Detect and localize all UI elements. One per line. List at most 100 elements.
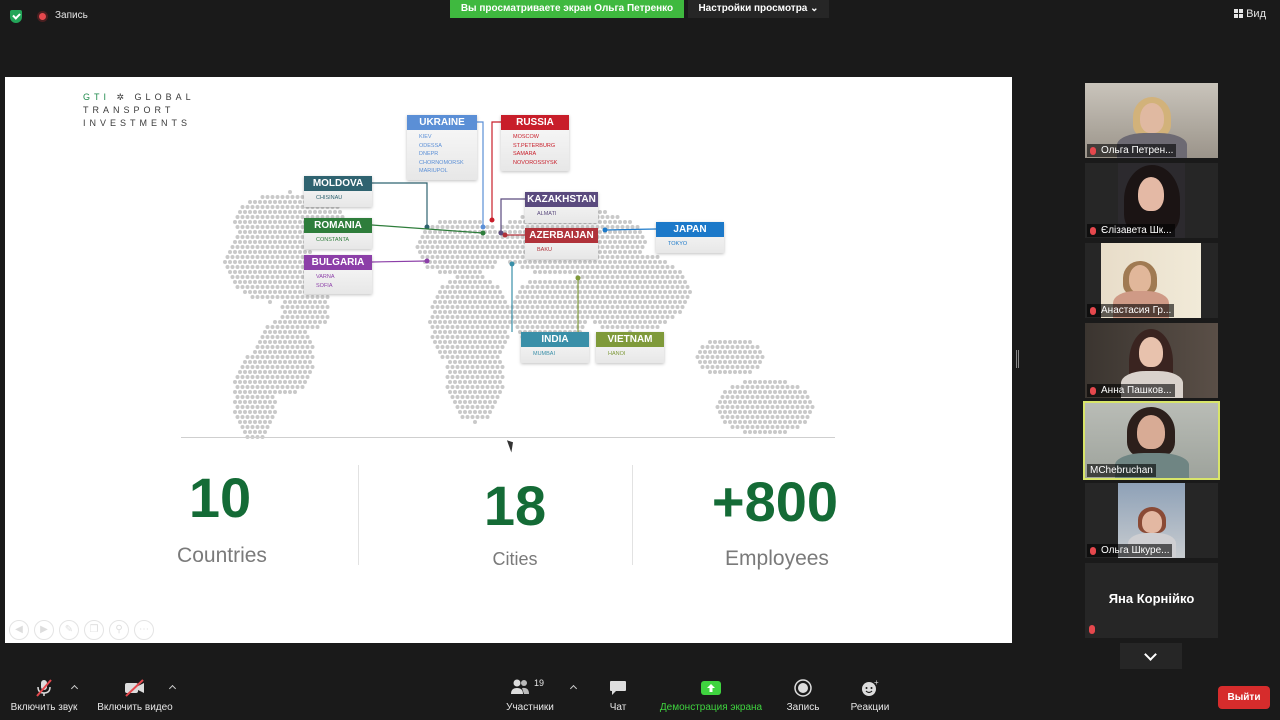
start-video-button[interactable]: Включить видео — [94, 678, 176, 713]
city-name: SOFIA — [316, 282, 333, 289]
stat-countries-value: 10 — [188, 466, 252, 529]
stat-countries-label: Countries — [177, 544, 267, 567]
city-list: CHISINAU — [304, 191, 372, 207]
location-dot — [575, 275, 581, 281]
shared-screen: GTI ✲ GLOBAL TRANSPORT INVESTMENTS UKRAI… — [5, 77, 1012, 643]
record-label: Запись — [786, 702, 820, 713]
city-name: KIEV — [419, 134, 432, 140]
city-name: ST.PETERBURG — [513, 142, 556, 149]
city-name: ALMATI — [537, 211, 557, 217]
participant-name: Анна Пашков... — [1087, 384, 1175, 397]
pen-icon[interactable]: ✎ — [59, 620, 79, 640]
slide-controls: ◀ ▶ ✎ ❐ ⚲ ⋯ — [9, 619, 159, 641]
city-name: CHISINAU — [316, 195, 343, 201]
country-name: BULGARIA — [304, 255, 372, 270]
muted-mic-icon — [1089, 625, 1095, 634]
zoom-icon[interactable]: ⚲ — [109, 620, 129, 640]
location-dot — [424, 258, 430, 264]
participants-options-caret[interactable] — [569, 684, 578, 693]
participant-name: Яна Корнійко — [1108, 591, 1195, 606]
country-name: KAZAKHSTAN — [525, 192, 598, 207]
city-name: CONSTANTA — [316, 237, 350, 243]
leader-line — [372, 182, 428, 227]
country-name: AZERBAIJAN — [525, 228, 598, 243]
country-tag-kazakhstan: KAZAKHSTAN ALMATI — [525, 192, 598, 223]
city-name: CHORNOMORSK — [419, 159, 464, 166]
share-screen-label: Демонстрация экрана — [659, 702, 763, 713]
participants-button[interactable]: 19 Участники — [500, 678, 560, 713]
city-name: SAMARA — [513, 151, 537, 157]
city-name: DNEPR — [419, 151, 439, 157]
country-tag-vietnam: VIETNAM HANOI — [596, 332, 664, 363]
stat-separator — [358, 465, 359, 565]
participant-tile[interactable]: Анна Пашков... — [1085, 323, 1218, 398]
country-tag-moldova: MOLDOVA CHISINAU — [304, 176, 372, 207]
country-tag-azerbaijan: AZERBAIJAN BAKU — [525, 228, 598, 259]
country-tag-india: INDIA MUMBAI — [521, 332, 589, 363]
next-slide-icon[interactable]: ▶ — [34, 620, 54, 640]
city-list: CONSTANTA — [304, 233, 372, 249]
participant-tile[interactable]: Єлізавета Шк... — [1085, 163, 1218, 238]
share-screen-button[interactable]: Демонстрация экрана — [652, 678, 770, 713]
top-bar: Запись Вы просматриваете экран Ольга Пет… — [0, 0, 1280, 34]
record-button[interactable]: Запись — [782, 678, 824, 713]
country-tag-japan: JAPAN TOKYO — [656, 222, 724, 253]
grid-icon — [1234, 9, 1244, 18]
city-name: MARIUPOL — [419, 168, 448, 174]
view-settings-button[interactable]: Настройки просмотра ⌄ — [688, 0, 829, 18]
copy-icon[interactable]: ❐ — [84, 620, 104, 640]
country-name: ROMANIA — [304, 218, 372, 233]
leader-line — [491, 121, 501, 220]
city-name: NOVOROSSIYSK — [513, 159, 558, 166]
location-dot — [509, 261, 515, 267]
reactions-button[interactable]: + Реакции — [844, 678, 896, 713]
gallery-scroll-down-button[interactable] — [1120, 643, 1182, 669]
stat-employees-label: Employees — [725, 547, 829, 570]
country-name: UKRAINE — [407, 115, 477, 130]
leave-meeting-button[interactable]: Выйти — [1218, 686, 1270, 709]
start-video-label: Включить видео — [97, 702, 173, 713]
participant-tile[interactable]: Ольга Шкуре... — [1085, 483, 1218, 558]
leader-line — [477, 121, 484, 227]
view-button[interactable]: Вид — [1234, 8, 1266, 20]
participants-icon: 19 — [510, 678, 550, 698]
participant-tile[interactable]: Анастасия Гр... — [1085, 243, 1218, 318]
country-tag-romania: ROMANIA CONSTANTA — [304, 218, 372, 249]
country-name: INDIA — [521, 332, 589, 347]
prev-slide-icon[interactable]: ◀ — [9, 620, 29, 640]
participant-name: MChebruchan — [1087, 464, 1156, 477]
city-list: KIEV ODESSA DNEPR CHORNOMORSK MARIUPOL — [407, 130, 477, 180]
record-icon — [794, 679, 812, 697]
country-name: RUSSIA — [501, 115, 569, 130]
share-screen-icon — [701, 681, 721, 695]
security-shield-icon[interactable] — [10, 10, 22, 23]
stat-separator — [632, 465, 633, 565]
share-banner: Вы просматриваете экран Ольга Петренко — [450, 0, 684, 18]
muted-mic-icon — [36, 679, 52, 697]
participant-name: Ольга Петрен... — [1087, 144, 1177, 157]
participant-name: Анастасия Гр... — [1087, 304, 1175, 317]
leader-line — [604, 228, 657, 231]
unmute-button[interactable]: Включить звук — [8, 678, 80, 713]
stat-cities-label: Cities — [492, 549, 538, 569]
panel-resize-handle[interactable] — [1016, 350, 1019, 368]
participant-tile[interactable]: Яна Корнійко — [1085, 563, 1218, 638]
city-list: MOSCOW ST.PETERBURG SAMARA NOVOROSSIYSK — [501, 130, 569, 171]
participant-tile[interactable]: Ольга Петрен... — [1085, 83, 1218, 158]
participants-count: 19 — [534, 678, 545, 688]
recording-icon — [37, 11, 48, 22]
reactions-icon: + — [862, 678, 879, 696]
leader-line — [500, 198, 525, 233]
city-list: VARNA SOFIA — [304, 270, 372, 294]
city-list: BAKU — [525, 243, 598, 259]
city-list: TOKYO — [656, 237, 724, 253]
meeting-toolbar: Включить звук Включить видео 19 Участник… — [0, 672, 1280, 720]
participant-name: Єлізавета Шк... — [1087, 224, 1175, 237]
participant-tile-active-speaker[interactable]: MChebruchan — [1083, 401, 1220, 480]
country-tag-russia: RUSSIA MOSCOW ST.PETERBURG SAMARA NOVOROSSIY… — [501, 115, 569, 171]
city-name: MOSCOW — [513, 134, 539, 140]
location-dot — [480, 224, 486, 230]
chat-button[interactable]: Чат — [598, 678, 638, 713]
city-name: VARNA — [316, 274, 335, 280]
more-icon[interactable]: ⋯ — [134, 620, 154, 640]
